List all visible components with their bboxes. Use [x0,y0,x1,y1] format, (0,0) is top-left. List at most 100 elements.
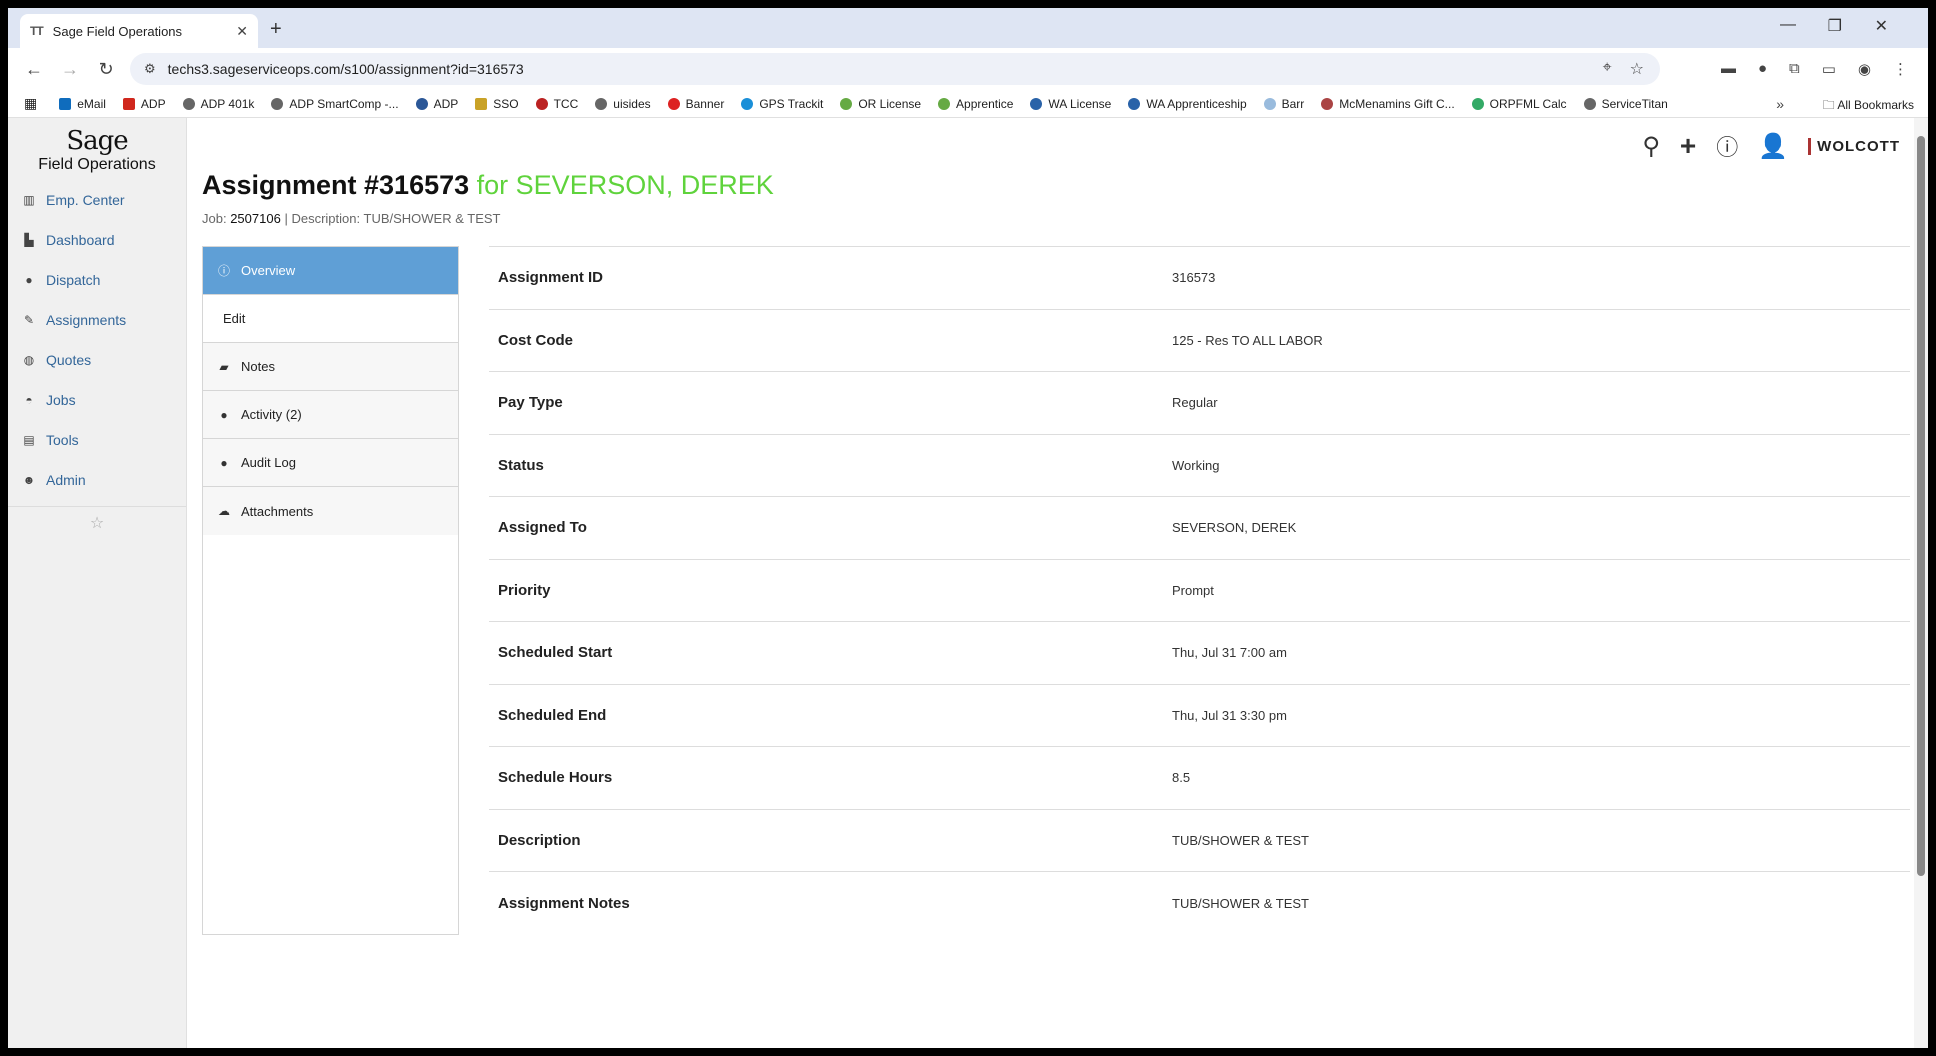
menu-icon[interactable]: ⋮ [1893,60,1908,78]
job-description: TUB/SHOWER & TEST [363,211,501,226]
sidebar: Sage Field Operations ▥ Emp. Center ▙ Dash… [8,118,187,1048]
apps-icon[interactable]: ▦ [24,95,37,112]
extensions-icon[interactable]: ⧉ [1789,60,1800,78]
cloud-download-icon: ☁ [218,504,230,518]
more-bookmarks-icon[interactable]: » [1776,96,1784,112]
site-info-icon[interactable]: ⚙ [144,61,156,77]
restore-icon[interactable]: ❐ [1828,16,1842,36]
info-circle-icon: ⓘ [217,264,230,278]
hardhat-icon: ◓ [25,393,33,407]
bookmark-item[interactable]: ADP SmartComp -... [271,97,399,111]
tab-attachments[interactable]: ☁ Attachments [203,487,458,535]
bookmark-item[interactable]: ADP [122,97,166,111]
detail-row: Scheduled End Thu, Jul 31 3:30 pm [489,685,1910,747]
browser-tab[interactable]: TT Sage Field Operations ✕ [20,14,258,48]
detail-row: Status Working [489,435,1910,497]
info-icon[interactable]: ⓘ [1716,130,1738,162]
bookmark-item[interactable]: eMail [59,97,106,111]
bookmark-item[interactable]: Banner [667,97,724,111]
browser-window: TT Sage Field Operations ✕ + — ❐ ✕ ← → ↻… [8,8,1928,1048]
bookmark-item[interactable]: Apprentice [938,97,1013,111]
bookmark-item[interactable]: ADP 401k [182,97,254,111]
sidebar-item-tools[interactable]: ▤ Tools [8,420,186,460]
info-circle-icon: ● [220,407,228,422]
scrollbar-thumb[interactable] [1917,136,1925,876]
bookmark-item[interactable]: ORPFML Calc [1471,97,1567,111]
bookmark-item[interactable]: WA License [1030,97,1111,111]
sidebar-item-dispatch[interactable]: ● Dispatch [8,260,186,300]
pin-icon: ✎ [23,313,35,327]
reload-icon[interactable]: ↻ [88,59,124,80]
sidebar-item-quotes[interactable]: ◍ Quotes [8,340,186,380]
all-bookmarks[interactable]: 🗀 All Bookmarks [1823,96,1914,117]
users-icon: ☻ [22,473,36,487]
detail-row: Pay Type Regular [489,372,1910,435]
forward-icon[interactable]: → [52,59,88,80]
add-icon[interactable]: + [1680,130,1696,162]
page-title: Assignment #316573 for SEVERSON, DEREK [202,170,774,200]
tab-title: Sage Field Operations [52,23,183,39]
url-text: techs3.sageserviceops.com/s100/assignmen… [167,61,524,77]
bookmarks-bar: ▦ eMail ADP ADP 401k ADP SmartComp -... … [8,90,1928,118]
bookmark-item[interactable]: WA Apprenticeship [1128,97,1247,111]
comment-icon: ▰ [219,359,229,374]
sidebar-item-dashboard[interactable]: ▙ Dashboard [8,220,186,260]
scrollbar[interactable] [1914,118,1928,1048]
bookmark-item[interactable]: ADP [415,97,458,111]
password-icon[interactable]: ▬ [1721,60,1736,78]
tab-activity[interactable]: ● Activity (2) [203,391,458,439]
bookmark-item[interactable]: SSO [475,97,519,111]
profile-icon[interactable]: ◉ [1858,60,1871,78]
building-icon: ▥ [23,193,35,207]
detail-row: Assigned To SEVERSON, DEREK [489,497,1910,560]
detail-row: Assignment ID 316573 [489,247,1910,310]
job-number: 2507106 [230,211,281,226]
assignee-name: for SEVERSON, DEREK [476,170,774,200]
close-tab-icon[interactable]: ✕ [236,23,248,40]
favorite-star-icon[interactable]: ☆ [8,513,186,533]
sidebar-divider [8,506,186,507]
info-circle-icon: ● [220,455,228,470]
tab-audit-log[interactable]: ● Audit Log [203,439,458,487]
dollar-icon: ◍ [23,353,35,367]
logo-brand: Sage [66,126,128,156]
main-content: ⚲ + ⓘ 👤 WOLCOTT Assignment #316573 for S… [187,118,1928,1048]
extension-avatar-icon[interactable]: ● [1758,60,1767,78]
bookmark-item[interactable]: ServiceTitan [1583,97,1668,111]
sidebar-item-jobs[interactable]: ◓ Jobs [8,380,186,420]
bookmark-star-icon[interactable]: ☆ [1630,59,1644,79]
sidebar-item-emp-center[interactable]: ▥ Emp. Center [8,180,186,220]
tab-edit[interactable]: Edit [203,295,458,343]
new-tab-icon[interactable]: + [270,18,282,41]
tab-bar: TT Sage Field Operations ✕ + — ❐ ✕ [8,8,1928,48]
company-logo: WOLCOTT [1808,137,1900,155]
assignment-content: ⓘ Overview Edit ▰ Notes ● Activity (2) ● Aud… [202,246,1910,935]
section-tabs: ⓘ Overview Edit ▰ Notes ● Activity (2) ● Aud… [202,246,459,935]
detail-row: Description TUB/SHOWER & TEST [489,810,1910,872]
bookmark-item[interactable]: GPS Trackit [741,97,823,111]
user-icon[interactable]: 👤 [1758,132,1788,161]
detail-row: Schedule Hours 8.5 [489,747,1910,810]
bookmark-item[interactable]: Barr [1263,97,1304,111]
tab-overview[interactable]: ⓘ Overview [203,247,458,295]
back-icon[interactable]: ← [16,59,52,80]
header-toolbar: ⚲ + ⓘ 👤 WOLCOTT [1642,130,1900,162]
address-bar: ← → ↻ ⚙ techs3.sageserviceops.com/s100/a… [8,48,1928,90]
sidebar-item-assignments[interactable]: ✎ Assignments [8,300,186,340]
search-icon[interactable]: ⚲ [1642,132,1660,161]
detail-row: Cost Code 125 - Res TO ALL LABOR [489,310,1910,372]
url-field[interactable]: ⚙ techs3.sageserviceops.com/s100/assignm… [130,53,1660,85]
sidebar-item-admin[interactable]: ☻ Admin [8,460,186,500]
tab-notes[interactable]: ▰ Notes [203,343,458,391]
logo-product: Field Operations [38,156,156,173]
map-pin-icon: ● [25,273,33,287]
cast-icon[interactable]: ▭ [1822,60,1836,78]
bookmark-item[interactable]: McMenamins Gift C... [1321,97,1455,111]
location-icon[interactable]: ⌖ [1603,59,1612,79]
bookmark-item[interactable]: uisides [595,97,651,111]
bookmark-item[interactable]: TCC [535,97,578,111]
minimize-icon[interactable]: — [1780,16,1796,34]
close-window-icon[interactable]: ✕ [1875,16,1888,36]
logo[interactable]: Sage Field Operations [8,118,186,180]
bookmark-item[interactable]: OR License [840,97,921,111]
